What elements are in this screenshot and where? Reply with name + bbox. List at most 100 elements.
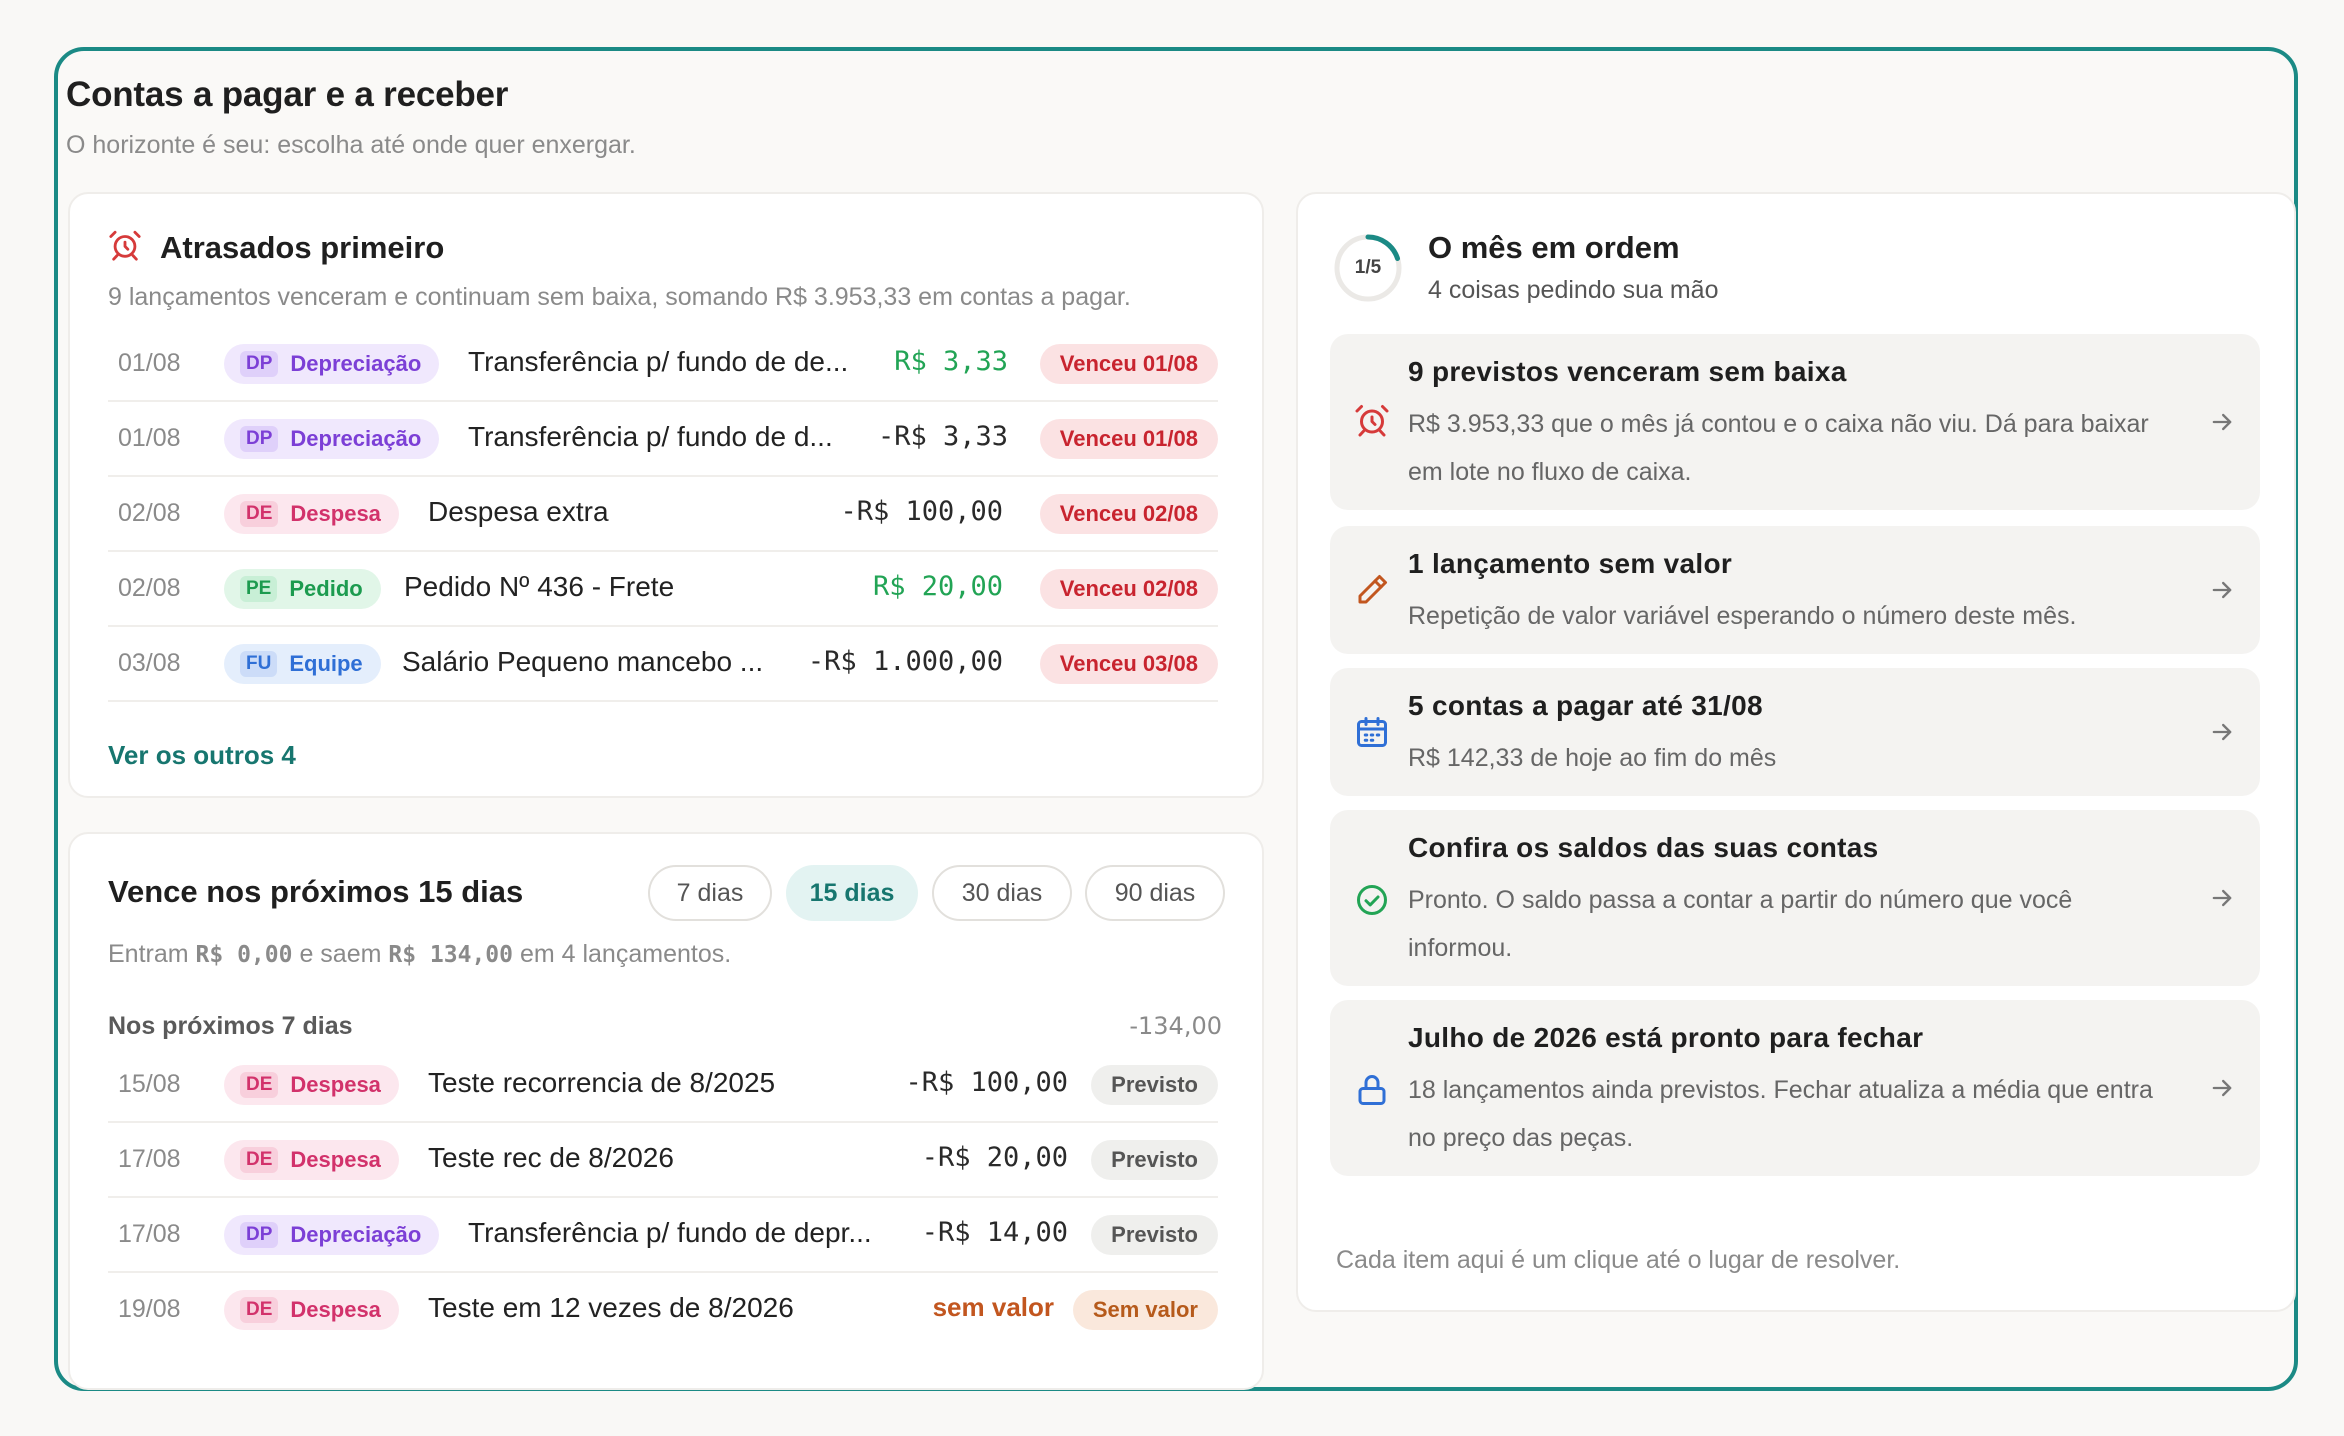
task-description: Repetição de valor variável esperando o … [1408, 602, 2077, 630]
category-abbr: DP [240, 351, 279, 377]
status-badge: Venceu 03/08 [1039, 644, 1218, 684]
calendar-icon [1354, 714, 1390, 750]
row-date: 02/08 [118, 499, 181, 527]
status-badge: Sem valor [1072, 1290, 1218, 1330]
group-total: -134,00 [1129, 1012, 1222, 1040]
pencil-icon [1354, 572, 1390, 608]
upcoming-card: Vence nos próximos 15 dias 7 dias 15 dia… [68, 832, 1264, 1390]
row-amount: R$ 20,00 [872, 571, 1003, 602]
category-badge: DP Depreciação [224, 1215, 440, 1255]
row-date: 01/08 [118, 349, 181, 377]
arrow-right-icon [2208, 1074, 2236, 1102]
range-30-days-button[interactable]: 30 dias [932, 865, 1072, 921]
row-amount: -R$ 20,00 [921, 1142, 1068, 1173]
category-abbr: PE [240, 576, 278, 602]
table-row[interactable]: 17/08 DP Depreciação Transferência p/ fun… [108, 1198, 1218, 1273]
status-badge: Previsto [1091, 1140, 1218, 1180]
row-amount: -R$ 100,00 [905, 1067, 1068, 1098]
category-badge: DE Despesa [224, 494, 399, 534]
check-circle-icon [1354, 882, 1390, 918]
category-label: Despesa [290, 1072, 381, 1097]
task-description: Pronto. O saldo passa a contar a partir … [1408, 886, 2073, 962]
task-overdue-items[interactable]: 9 previstos venceram sem baixa R$ 3.953,… [1330, 334, 2260, 510]
task-bills-due[interactable]: 5 contas a pagar até 31/08 R$ 142,33 de … [1330, 668, 2260, 796]
overdue-title: Atrasados primeiro [160, 229, 445, 265]
row-amount: R$ 3,33 [894, 346, 1008, 377]
range-7-days-button[interactable]: 7 dias [648, 865, 772, 921]
task-missing-value[interactable]: 1 lançamento sem valor Repetição de valo… [1330, 526, 2260, 654]
status-badge: Previsto [1091, 1065, 1218, 1105]
table-row[interactable]: 03/08 FU Equipe Salário Pequeno mancebo .… [108, 627, 1218, 702]
status-badge: Venceu 02/08 [1039, 494, 1218, 534]
task-close-month[interactable]: Julho de 2026 está pronto para fechar 18… [1330, 1000, 2260, 1176]
row-description: Transferência p/ fundo de d... [468, 421, 833, 452]
row-date: 17/08 [118, 1145, 181, 1173]
category-badge: DE Despesa [224, 1065, 399, 1105]
range-90-days-button[interactable]: 90 dias [1085, 865, 1225, 921]
row-date: 17/08 [118, 1220, 181, 1248]
overdue-description: 9 lançamentos venceram e continuam sem b… [108, 283, 1131, 311]
task-check-balances[interactable]: Confira os saldos das suas contas Pronto… [1330, 810, 2260, 986]
group-heading: Nos próximos 7 dias [108, 1012, 353, 1040]
category-abbr: DP [240, 1222, 279, 1248]
category-label: Despesa [290, 1297, 381, 1322]
task-title: 5 contas a pagar até 31/08 [1408, 690, 1763, 721]
table-row[interactable]: 19/08 DE Despesa Teste em 12 vezes de 8/2… [108, 1273, 1218, 1348]
arrow-right-icon [2208, 884, 2236, 912]
table-row[interactable]: 15/08 DE Despesa Teste recorrencia de 8/2… [108, 1048, 1218, 1123]
category-label: Equipe [289, 651, 363, 676]
category-badge: DE Despesa [224, 1140, 399, 1180]
row-date: 03/08 [118, 649, 181, 677]
overdue-list: 01/08 DP Depreciação Transferência p/ fun… [108, 327, 1218, 702]
progress-label: 1/5 [1354, 257, 1382, 278]
task-description: R$ 142,33 de hoje ao fim do mês [1408, 744, 1777, 772]
table-row[interactable]: 01/08 DP Depreciação Transferência p/ fun… [108, 327, 1218, 402]
category-label: Depreciação [290, 351, 422, 376]
month-footer-note: Cada item aqui é um clique até o lugar d… [1336, 1246, 1901, 1274]
month-title: O mês em ordem [1428, 230, 1680, 265]
page-title: Contas a pagar e a receber [66, 75, 509, 114]
task-description: R$ 3.953,33 que o mês já contou e o caix… [1408, 410, 2149, 486]
summary-out-amount: R$ 134,00 [388, 942, 513, 968]
summary-middle: e saem [299, 940, 382, 968]
upcoming-title: Vence nos próximos 15 dias [108, 874, 524, 909]
row-date: 01/08 [118, 424, 181, 452]
category-badge: FU Equipe [224, 644, 381, 684]
row-description: Despesa extra [428, 496, 609, 527]
row-description: Transferência p/ fundo de de... [468, 346, 849, 377]
summary-in-amount: R$ 0,00 [195, 942, 293, 968]
task-title: Confira os saldos das suas contas [1408, 832, 1879, 863]
category-badge: PE Pedido [224, 569, 381, 609]
row-description: Pedido Nº 436 - Frete [404, 571, 675, 602]
status-badge: Venceu 02/08 [1039, 569, 1218, 609]
category-label: Depreciação [290, 426, 422, 451]
month-checklist-card: 1/5 O mês em ordem 4 coisas pedindo sua … [1296, 192, 2296, 1312]
row-description: Teste em 12 vezes de 8/2026 [428, 1292, 794, 1323]
table-row[interactable]: 02/08 PE Pedido Pedido Nº 436 - Frete R$ … [108, 552, 1218, 627]
category-label: Despesa [290, 1147, 381, 1172]
summary-prefix: Entram [108, 940, 189, 968]
category-abbr: FU [240, 651, 278, 677]
upcoming-list: 15/08 DE Despesa Teste recorrencia de 8/2… [108, 1048, 1218, 1348]
row-date: 19/08 [118, 1295, 181, 1323]
table-row[interactable]: 02/08 DE Despesa Despesa extra -R$ 100,00… [108, 477, 1218, 552]
row-description: Transferência p/ fundo de depr... [468, 1217, 872, 1248]
table-row[interactable]: 01/08 DP Depreciação Transferência p/ fun… [108, 402, 1218, 477]
category-abbr: DE [240, 1072, 279, 1098]
category-label: Despesa [290, 501, 381, 526]
category-abbr: DP [240, 426, 279, 452]
row-description: Teste recorrencia de 8/2025 [428, 1067, 776, 1098]
see-more-link[interactable]: Ver os outros 4 [108, 740, 296, 771]
category-badge: DE Despesa [224, 1290, 399, 1330]
row-amount: -R$ 14,00 [921, 1217, 1068, 1248]
arrow-right-icon [2208, 576, 2236, 604]
range-15-days-button[interactable]: 15 dias [786, 865, 918, 921]
table-row[interactable]: 17/08 DE Despesa Teste rec de 8/2026 -R$ … [108, 1123, 1218, 1198]
row-description: Salário Pequeno mancebo ... [402, 646, 764, 677]
row-date: 02/08 [118, 574, 181, 602]
category-abbr: DE [240, 1297, 279, 1323]
category-badge: DP Depreciação [224, 344, 440, 384]
accounts-panel: Contas a pagar e a receber O horizonte é… [54, 47, 2298, 1391]
category-label: Pedido [289, 576, 363, 601]
category-badge: DP Depreciação [224, 419, 440, 459]
